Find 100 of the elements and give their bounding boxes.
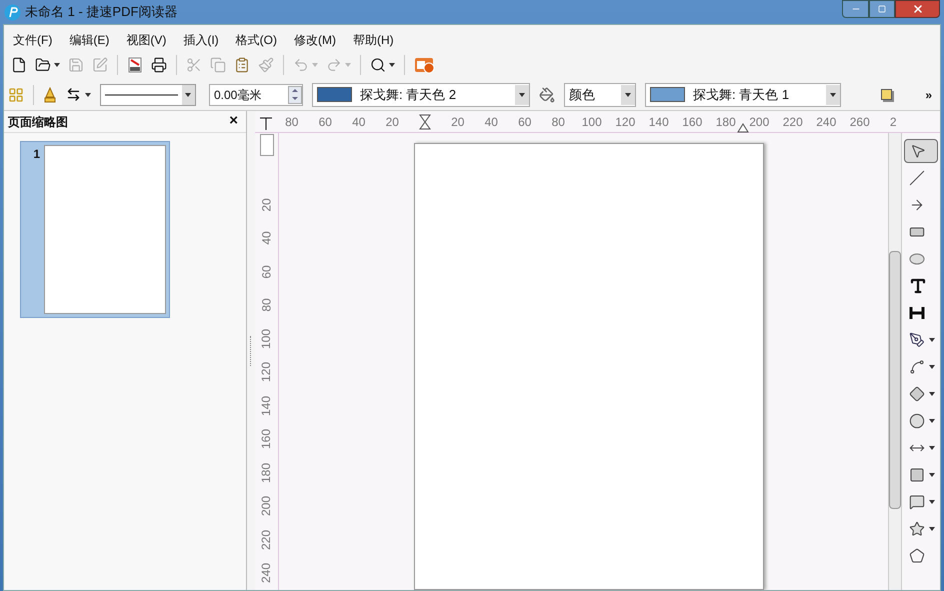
text-icon <box>909 277 927 295</box>
caret-icon <box>345 63 351 67</box>
page-thumbnail[interactable]: 1 <box>20 141 170 318</box>
caret-icon <box>85 92 91 96</box>
ruler-label: 260 <box>848 114 871 130</box>
print-icon <box>151 57 167 73</box>
fill-color-select[interactable]: 探戈舞: 青天色 1 <box>645 82 841 106</box>
ruler-label: 140 <box>648 114 670 130</box>
fill-mode-select[interactable]: 颜色 <box>564 82 636 106</box>
menu-item[interactable]: 插入(I) <box>178 31 224 49</box>
ellipse-icon <box>909 253 925 265</box>
ruler-label: 160 <box>681 114 704 130</box>
ruler-label: 2 <box>888 114 898 130</box>
menu-item[interactable]: 编辑(E) <box>64 31 114 49</box>
panel-title: 页面缩略图 <box>8 114 68 130</box>
caret-icon <box>54 63 60 67</box>
caret-icon <box>185 92 192 96</box>
menu-item[interactable]: 视图(V) <box>121 31 172 49</box>
drawing-tool-button[interactable] <box>904 139 938 163</box>
minimize-button[interactable] <box>842 0 869 18</box>
caret-icon <box>929 473 935 477</box>
copy-icon <box>210 57 226 73</box>
scissors-icon <box>186 57 202 73</box>
ruler-label: 40 <box>258 232 274 245</box>
maximize-button[interactable] <box>869 0 895 18</box>
caret-icon <box>929 446 935 450</box>
scrollbar-thumb[interactable] <box>889 251 901 509</box>
ruler-label: 160 <box>258 429 274 450</box>
ruler-label: 240 <box>815 114 838 130</box>
pen-icon <box>909 332 925 348</box>
window-title: 未命名 1 - 捷速PDF阅读器 <box>25 3 178 22</box>
circle-icon <box>909 413 925 429</box>
scrollbar[interactable] <box>888 133 902 590</box>
ruler-label: 180 <box>258 462 274 483</box>
caret-icon <box>929 365 935 369</box>
caret-icon <box>929 500 935 504</box>
ruler-label: 220 <box>782 114 804 130</box>
edit-icon <box>92 57 108 73</box>
paint-bucket-icon <box>539 86 555 102</box>
save-icon <box>68 57 84 73</box>
overflow-button[interactable]: » <box>925 86 932 104</box>
undo-icon <box>293 57 309 73</box>
polygon-icon <box>909 548 925 564</box>
close-panel-button[interactable]: × <box>229 110 238 133</box>
star-icon <box>909 521 925 537</box>
ruler-label: 240 <box>258 563 274 584</box>
caret-icon <box>929 527 935 531</box>
arrows-icon <box>66 87 81 102</box>
ruler-label: 200 <box>748 114 770 130</box>
caret-icon <box>929 419 935 423</box>
caret-icon <box>929 338 935 342</box>
grid-icon <box>8 86 24 102</box>
page-number: 1 <box>32 146 41 163</box>
line-color-select[interactable]: 探戈舞: 青天色 2 <box>312 82 530 106</box>
ruler-label: 120 <box>258 362 274 382</box>
ruler-label: 100 <box>580 114 603 130</box>
connector-icon <box>909 359 925 375</box>
diamond-icon <box>909 386 925 402</box>
ruler-label: 60 <box>258 265 274 278</box>
folder-icon <box>35 57 51 73</box>
app-logo-icon <box>4 4 21 20</box>
close-icon <box>912 3 924 15</box>
caret-icon <box>389 63 395 67</box>
shadow-icon <box>881 89 892 100</box>
ruler-handle <box>260 134 274 156</box>
ruler-label: 40 <box>351 114 366 130</box>
ruler-label: 80 <box>550 114 566 130</box>
ruler-label: 60 <box>318 114 333 130</box>
caret-icon <box>312 63 318 67</box>
line-style-select[interactable] <box>100 84 196 106</box>
ruler-label: 140 <box>258 396 274 416</box>
maximize-icon <box>878 5 886 13</box>
ruler-label: 60 <box>517 114 532 130</box>
menu-item[interactable]: 文件(F) <box>8 31 58 49</box>
ruler-label: 180 <box>714 114 737 130</box>
ruler-label: 100 <box>258 328 274 349</box>
caret-icon <box>830 92 836 96</box>
caret-icon <box>519 92 525 96</box>
indent-marker-icon <box>419 114 431 130</box>
ruler-label: 120 <box>614 114 636 130</box>
redo-icon <box>326 57 342 73</box>
callout-icon <box>909 494 925 510</box>
line-width-field[interactable]: 0.00毫米 <box>209 84 303 106</box>
caret-icon <box>929 392 935 396</box>
close-button[interactable] <box>895 0 940 18</box>
menu-item[interactable]: 帮助(H) <box>348 31 399 49</box>
new-file-icon <box>11 57 27 73</box>
ruler-label: 20 <box>450 114 466 130</box>
splitter-handle[interactable] <box>250 336 252 366</box>
ruler-label: 220 <box>258 530 274 550</box>
line-icon <box>909 170 925 186</box>
pdf-icon <box>127 57 143 73</box>
margin-marker-icon <box>736 122 748 132</box>
pointer-icon <box>910 143 926 159</box>
menu-item[interactable]: 格式(O) <box>230 31 282 49</box>
menu-item[interactable]: 修改(M) <box>288 31 341 49</box>
ruler-label: 40 <box>484 114 499 130</box>
square-icon <box>909 467 925 483</box>
zoom-icon <box>370 57 386 73</box>
ruler-label: 20 <box>258 198 274 212</box>
